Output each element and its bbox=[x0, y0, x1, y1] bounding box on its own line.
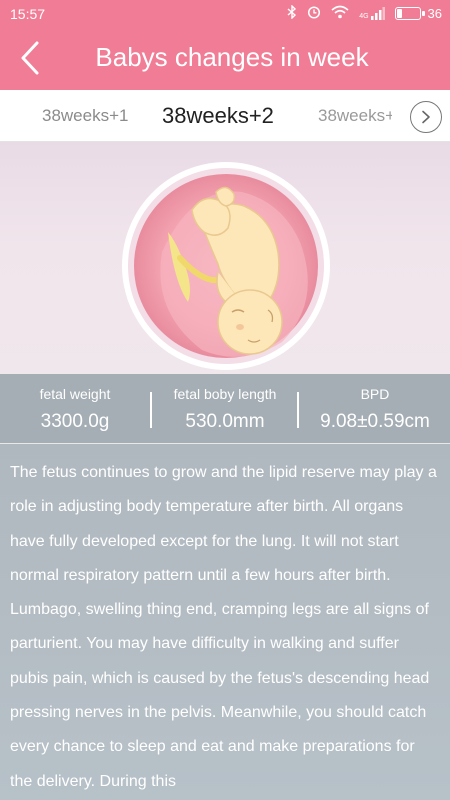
fetus-illustration bbox=[122, 162, 330, 370]
tab-prev-week[interactable]: 38weeks+1 bbox=[42, 90, 142, 142]
weight-label: fetal weight bbox=[39, 386, 111, 402]
stat-weight: fetal weight 3300.0g bbox=[0, 374, 150, 444]
length-value: 530.0mm bbox=[185, 411, 265, 432]
tab-current-week[interactable]: 38weeks+2 bbox=[162, 90, 302, 142]
weight-value: 3300.0g bbox=[40, 411, 110, 432]
bpd-value: 9.08±0.59cm bbox=[320, 411, 430, 432]
app-header: Babys changes in week bbox=[0, 28, 450, 90]
status-time: 15:57 bbox=[10, 6, 46, 22]
length-label: fetal boby length bbox=[173, 386, 277, 402]
battery-level: 36 bbox=[427, 6, 442, 21]
alarm-icon bbox=[307, 5, 321, 22]
fetal-stats: fetal weight 3300.0g fetal boby length 5… bbox=[0, 374, 450, 444]
description-panel[interactable]: The fetus continues to grow and the lipi… bbox=[0, 444, 450, 800]
battery-icon: 36 bbox=[394, 6, 442, 21]
stat-bpd: BPD 9.08±0.59cm bbox=[300, 374, 450, 444]
next-week-button[interactable] bbox=[410, 101, 442, 133]
stat-length: fetal boby length 530.0mm bbox=[150, 374, 300, 444]
hero-section bbox=[0, 142, 450, 374]
chevron-right-icon bbox=[422, 110, 430, 124]
description-text: The fetus continues to grow and the lipi… bbox=[10, 464, 437, 790]
bpd-label: BPD bbox=[360, 386, 390, 402]
signal-icon: 4G bbox=[359, 7, 385, 20]
status-icons: 4G 36 bbox=[287, 4, 442, 22]
bluetooth-icon bbox=[287, 4, 297, 22]
stats-divider bbox=[297, 392, 299, 428]
page-title: Babys changes in week bbox=[95, 42, 369, 72]
status-bar: 15:57 4G 36 bbox=[0, 0, 450, 28]
signal-label: 4G bbox=[359, 13, 369, 20]
tab-next-week[interactable]: 38weeks+3 bbox=[318, 90, 392, 142]
week-tabs: 38weeks+1 38weeks+2 38weeks+3 bbox=[0, 90, 450, 142]
wifi-icon bbox=[331, 5, 349, 22]
